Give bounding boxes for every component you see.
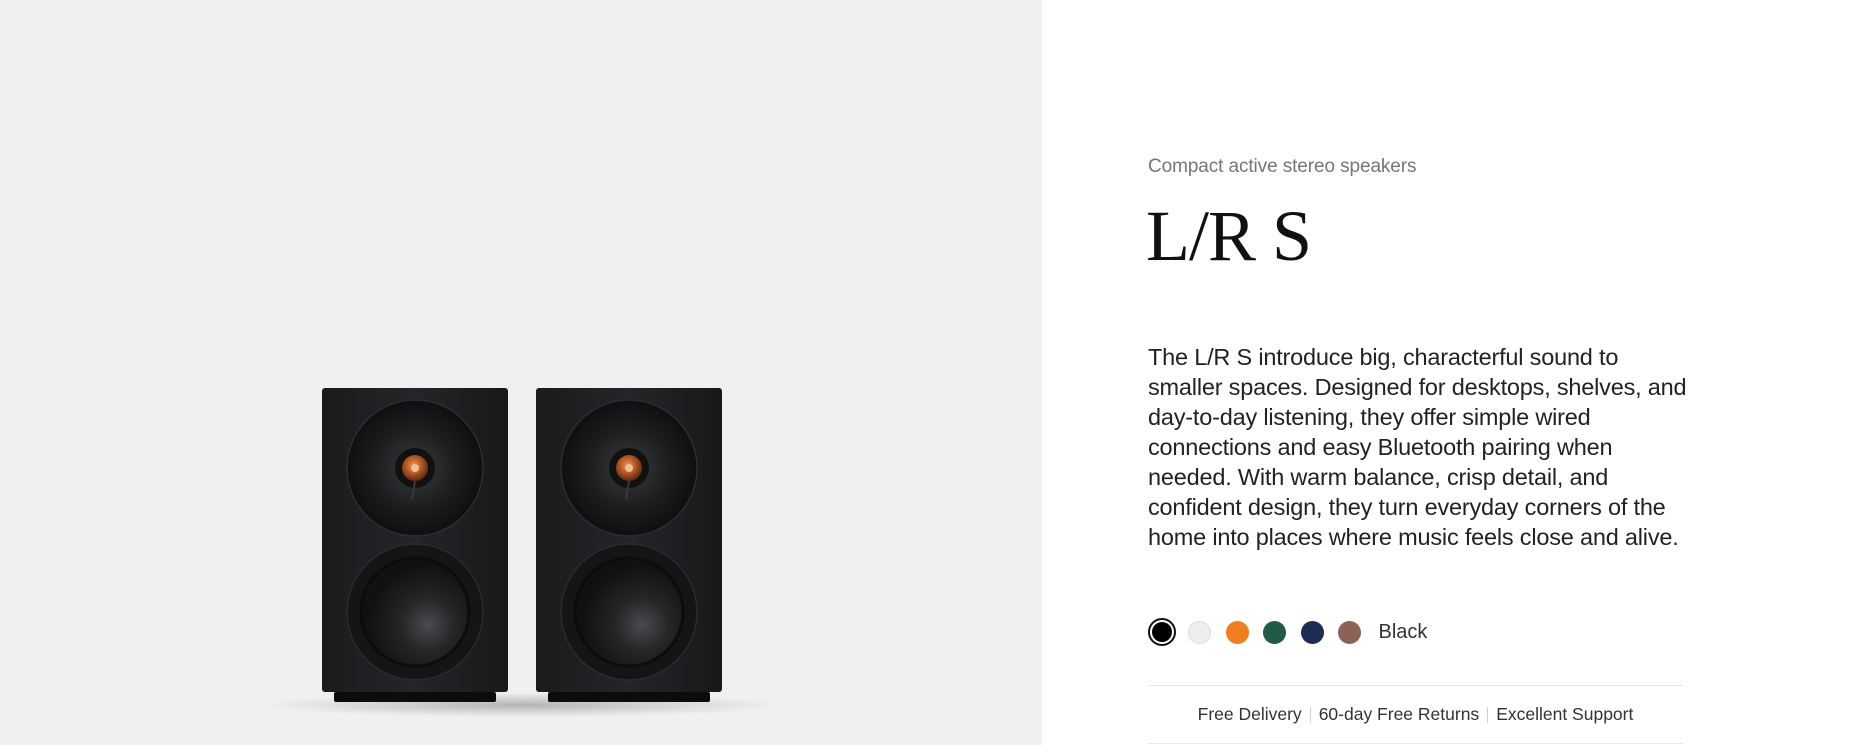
product-title: L/R S [1146,196,1312,276]
product-subtitle: Compact active stereo speakers [1148,156,1417,177]
perk-separator [1309,706,1311,723]
selected-color-label: Black [1378,620,1428,643]
perks-bar: Free Delivery 60-day Free Returns Excell… [1148,704,1683,725]
product-details-panel: Compact active stereo speakers L/R S The… [1042,0,1859,745]
divider [1148,743,1683,744]
color-swatch-orange[interactable] [1225,620,1249,644]
perk-free-returns: 60-day Free Returns [1318,704,1480,724]
divider [1148,685,1683,686]
color-selector: Black [1148,618,1427,646]
product-page: Compact active stereo speakers L/R S The… [0,0,1859,745]
perk-support: Excellent Support [1496,704,1634,724]
speaker-pair-image [262,388,782,717]
product-description: The L/R S introduce big, characterful so… [1148,344,1687,550]
color-swatch-navy[interactable] [1300,620,1324,644]
perk-free-delivery: Free Delivery [1197,704,1302,724]
left-speaker [322,388,508,702]
product-image-gallery [0,0,1042,745]
perk-separator [1487,706,1489,723]
color-swatch-black[interactable] [1148,618,1176,646]
color-swatch-brown[interactable] [1338,620,1361,644]
right-speaker [536,388,722,702]
color-swatch-green[interactable] [1263,620,1286,644]
color-swatch-white[interactable] [1188,620,1211,644]
